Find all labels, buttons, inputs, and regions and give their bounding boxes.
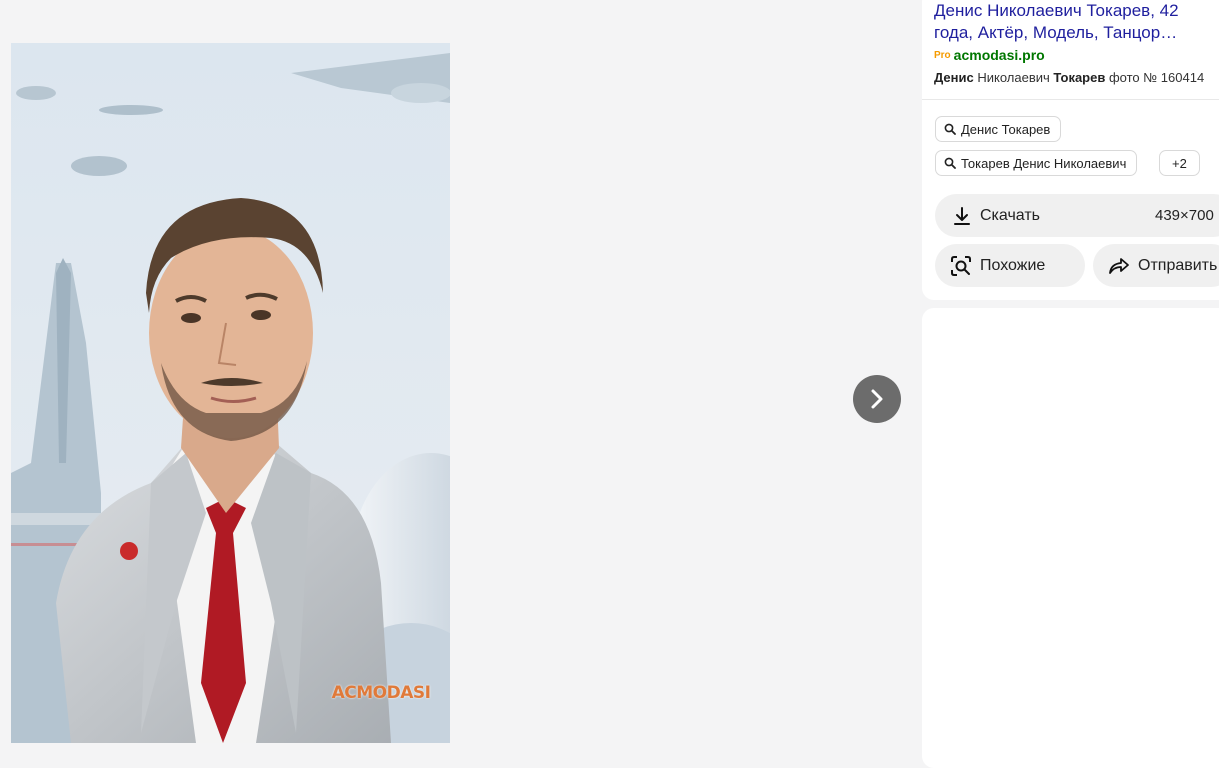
download-label: Скачать [980, 206, 1040, 224]
tag-chip-denis-tokarev[interactable]: Денис Токарев [935, 116, 1062, 142]
source-link[interactable]: Pro acmodasi.pro [934, 47, 1045, 63]
portrait-illustration [11, 43, 450, 743]
tag-chip-tokarev-denis-nikolaevich[interactable]: Токарев Денис Николаевич [935, 150, 1138, 176]
tag-label: Денис Токарев [961, 121, 1051, 137]
search-icon [944, 123, 956, 135]
share-label: Отправить [1138, 256, 1218, 274]
title-line-1: Денис Николаевич Токарев, 42 [934, 1, 1179, 20]
desc-bold-last: Токарев [1053, 70, 1106, 85]
image-viewer: ACMODASI [0, 0, 912, 748]
divider [922, 99, 1219, 100]
search-icon [944, 157, 956, 169]
share-icon [1109, 257, 1129, 274]
share-button[interactable]: Отправить [1093, 244, 1219, 287]
main-photo[interactable]: ACMODASI [11, 43, 450, 743]
source-domain: acmodasi.pro [953, 47, 1045, 63]
desc-middle: Николаевич [973, 70, 1054, 85]
image-info-sidebar: Денис Николаевич Токарев, 42 года, Актёр… [912, 0, 1219, 768]
image-size: 439×700 [1155, 207, 1214, 224]
similar-label: Похожие [980, 256, 1046, 274]
watermark-logo: ACMODASI [331, 683, 431, 703]
similar-images-button[interactable]: Похожие [935, 244, 1085, 287]
desc-rest: фото № 160414 [1105, 70, 1205, 85]
chevron-right-icon [871, 389, 883, 409]
tag-label: Токарев Денис Николаевич [961, 155, 1127, 171]
image-title-link[interactable]: Денис Николаевич Токарев, 42 года, Актёр… [934, 0, 1219, 44]
lens-search-icon [951, 255, 971, 276]
pro-badge: Pro [934, 50, 951, 61]
title-line-2: года, Актёр, Модель, Танцор… [934, 23, 1178, 42]
download-button[interactable]: Скачать 439×700 [935, 194, 1219, 237]
next-image-button[interactable] [853, 375, 901, 423]
image-description: Денис Николаевич Токарев фото № 160414 [934, 70, 1219, 85]
desc-bold-first: Денис [934, 70, 974, 85]
secondary-card [922, 308, 1219, 768]
more-tags-button[interactable]: +2 [1159, 150, 1200, 176]
download-icon [954, 206, 970, 225]
